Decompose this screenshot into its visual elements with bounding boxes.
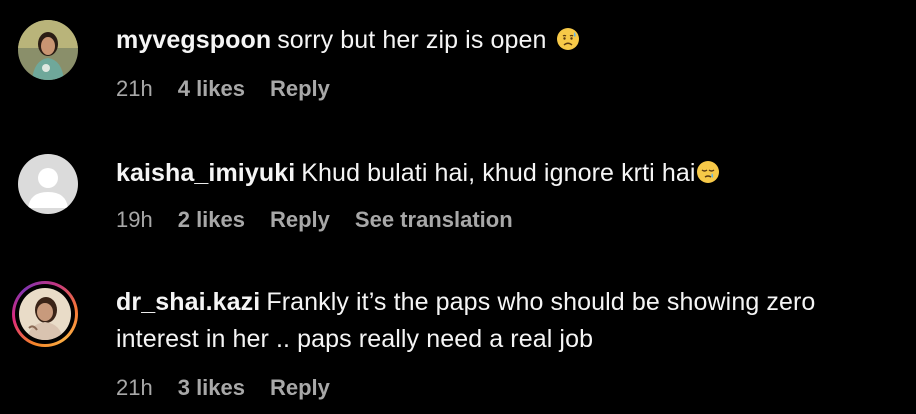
comment-time: 19h [116,207,153,232]
reply-button[interactable]: Reply [270,76,330,102]
comment-text: Khud bulati hai, khud ignore krti hai [301,159,696,187]
comment-time: 21h [116,76,153,101]
comment-time: 21h [116,375,153,400]
default-user-icon [18,154,78,214]
comment-text: sorry but her zip is open [277,26,547,54]
reply-button[interactable]: Reply [270,375,330,401]
user-photo-icon [18,20,78,80]
avatar-photo [18,20,78,80]
see-translation-button[interactable]: See translation [355,207,513,233]
avatar-photo [19,288,71,340]
default-avatar [18,154,78,214]
user-photo-icon [19,288,71,340]
avatar[interactable] [16,18,80,82]
avatar[interactable] [16,152,80,216]
sad-sweat-emoji-icon [556,28,579,50]
sleepy-emoji-icon [696,161,719,183]
avatar-story-ring[interactable] [12,281,78,347]
comment-username[interactable]: dr_shai.kazi [116,288,260,316]
likes-count[interactable]: 4 likes [178,76,245,102]
comment-username[interactable]: myvegspoon [116,26,271,54]
likes-count[interactable]: 2 likes [178,207,245,233]
reply-button[interactable]: Reply [270,207,330,233]
likes-count[interactable]: 3 likes [178,375,245,401]
comment-username[interactable]: kaisha_imiyuki [116,159,295,187]
